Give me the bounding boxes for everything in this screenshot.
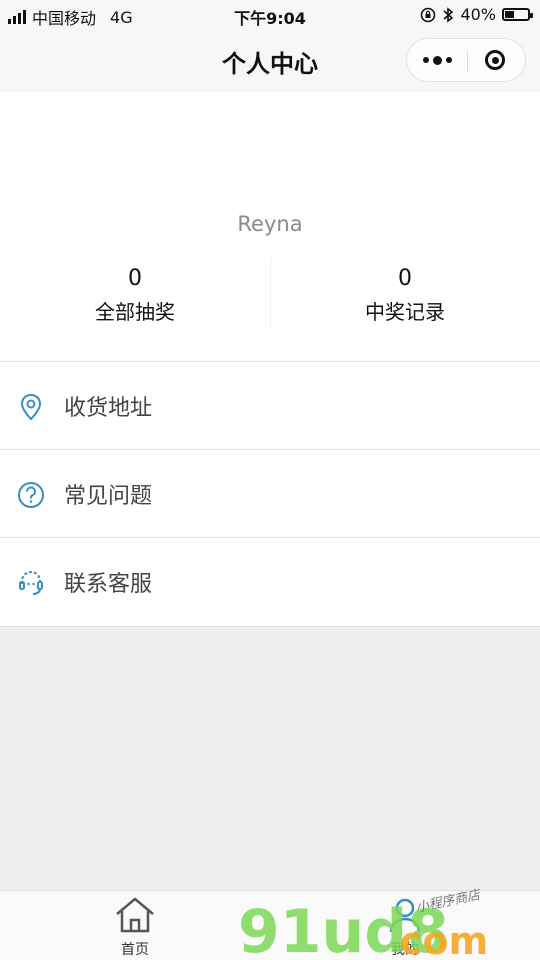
- menu-item-label: 收货地址: [64, 396, 153, 421]
- stat-all-draws[interactable]: 0 全部抽奖: [0, 264, 270, 328]
- menu-item-address[interactable]: 收货地址: [0, 362, 540, 450]
- stat-label: 全部抽奖: [95, 300, 175, 324]
- more-options-button[interactable]: [407, 39, 467, 81]
- headset-icon: [19, 571, 43, 595]
- watermark-suffix: com: [400, 919, 488, 960]
- home-icon: [116, 897, 154, 933]
- stat-value: 0: [398, 266, 412, 291]
- status-right: 40%: [420, 5, 533, 24]
- menu-list: 收货地址 常见问题 联系客服: [0, 362, 540, 627]
- menu-item-customer-service[interactable]: 联系客服: [0, 538, 540, 626]
- stat-value: 0: [128, 266, 142, 291]
- stat-winning-records[interactable]: 0 中奖记录: [270, 264, 540, 328]
- close-miniprogram-button[interactable]: [465, 39, 525, 81]
- battery-icon: [502, 8, 533, 21]
- menu-item-faq[interactable]: 常见问题: [0, 450, 540, 538]
- status-bar: 中国移动 4G 下午9:04 40%: [0, 0, 540, 30]
- rotation-lock-icon: [421, 7, 436, 22]
- username: Reyna: [237, 212, 303, 236]
- tab-bar: 首页 我的 91ud8 com 小程序商店: [0, 888, 540, 960]
- stat-label: 中奖记录: [365, 300, 445, 324]
- tab-home[interactable]: 首页: [85, 895, 185, 959]
- menu-item-label: 常见问题: [64, 484, 153, 509]
- question-circle-icon: [18, 482, 44, 508]
- location-pin-icon: [20, 393, 42, 421]
- miniprogram-capsule: [406, 38, 526, 82]
- more-dots-icon: [422, 55, 452, 65]
- navigation-bar: 个人中心: [0, 30, 540, 92]
- battery-percent: 40%: [460, 5, 496, 24]
- menu-item-label: 联系客服: [64, 572, 153, 597]
- profile-header: Reyna 0 全部抽奖 0 中奖记录: [0, 92, 540, 362]
- tab-label: 首页: [121, 942, 149, 958]
- target-close-icon: [485, 50, 505, 70]
- watermark-logo: 91ud8 com 小程序商店: [238, 888, 488, 960]
- watermark-tagline: 小程序商店: [415, 888, 484, 916]
- bluetooth-icon: [443, 6, 454, 23]
